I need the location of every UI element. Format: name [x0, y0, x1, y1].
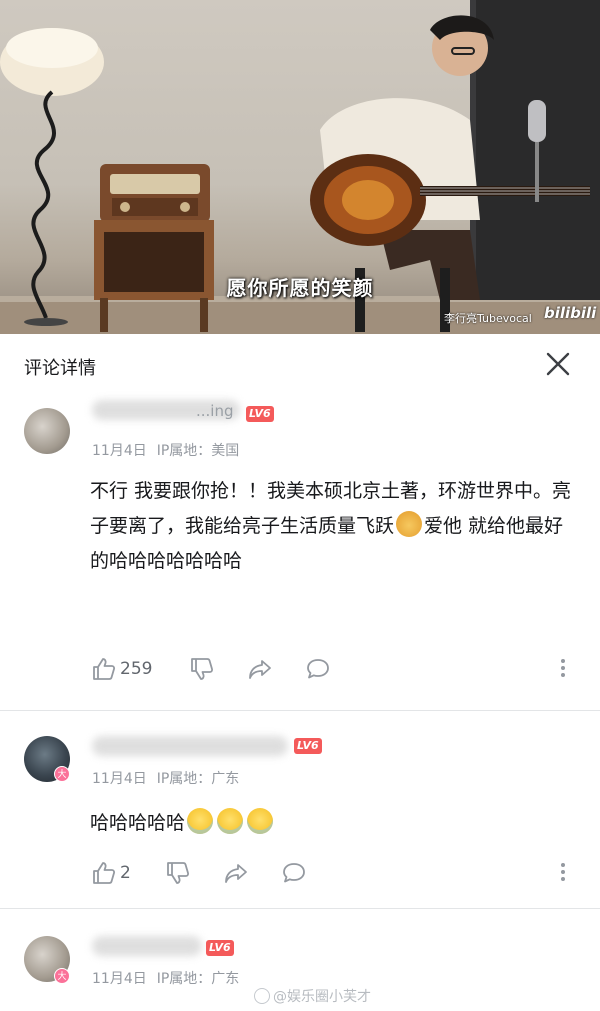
close-icon — [546, 352, 570, 376]
comment-actions: 2 — [90, 858, 580, 888]
watermark-text: @娱乐圈小芙才 — [273, 989, 371, 1005]
laugh-cry-emoji — [187, 808, 214, 834]
username-blurred — [92, 936, 202, 956]
level-badge: LV6 — [206, 940, 234, 956]
comment-item: ...ing LV6 11月4日 IP属地：美国 不行 我要跟你抢！！我美本硕北京… — [0, 392, 600, 712]
comment-date: 11月4日 — [92, 443, 147, 459]
dislike-button[interactable] — [188, 654, 216, 684]
like-count: 259 — [120, 659, 153, 679]
page-title: 评论详情 — [24, 358, 96, 379]
more-options-button[interactable] — [558, 656, 568, 682]
laugh-cry-emoji — [217, 808, 244, 834]
vip-badge: 大 — [54, 766, 70, 782]
thumbs-up-icon — [93, 658, 116, 680]
avatar[interactable] — [24, 408, 70, 454]
comment-date: 11月4日 — [92, 771, 147, 787]
dislike-button[interactable] — [164, 858, 192, 888]
weibo-icon — [254, 988, 270, 1004]
reply-button[interactable] — [304, 654, 332, 684]
comment-ip: IP属地：广东 — [156, 971, 240, 987]
comment-meta: 11月4日 IP属地：广东 — [92, 968, 249, 988]
more-options-button[interactable] — [558, 860, 568, 886]
level-badge: LV6 — [246, 406, 274, 422]
comment-bubble-icon — [283, 863, 305, 883]
share-button[interactable] — [246, 654, 274, 684]
share-icon — [249, 660, 271, 679]
divider — [0, 710, 600, 711]
username-blurred — [92, 736, 288, 756]
share-button[interactable] — [222, 858, 250, 888]
comment-actions: 259 — [90, 654, 580, 684]
comment-meta: 11月4日 IP属地：美国 — [92, 440, 249, 460]
like-button[interactable]: 2 — [90, 858, 131, 888]
reply-button[interactable] — [280, 858, 308, 888]
comment-ip: IP属地：美国 — [156, 443, 240, 459]
comment-text-part: 哈哈哈哈哈 — [90, 812, 186, 834]
like-count: 2 — [120, 863, 131, 883]
username[interactable]: ...ing — [196, 402, 234, 420]
laugh-cry-emoji — [247, 808, 274, 834]
divider — [0, 908, 600, 909]
share-icon — [225, 864, 247, 883]
thumbs-down-icon — [191, 658, 214, 680]
comment-ip: IP属地：广东 — [156, 771, 240, 787]
comment-bubble-icon — [307, 659, 329, 679]
thumbs-down-icon — [167, 862, 190, 884]
comment-text: 哈哈哈哈哈 — [90, 806, 582, 841]
like-button[interactable]: 259 — [90, 654, 152, 684]
comment-item: 大 LV6 11月4日 IP属地：广东 哈哈哈哈哈 2 — [0, 718, 600, 908]
comment-detail-header: 评论详情 — [0, 334, 600, 392]
video-credit: 李行亮Tubevocal — [444, 312, 532, 325]
video-subtitle: 愿你所愿的笑颜 — [226, 276, 374, 300]
video-player[interactable]: 愿你所愿的笑颜 李行亮Tubevocal bilibili — [0, 0, 600, 334]
weibo-watermark: @娱乐圈小芙才 — [254, 986, 371, 1006]
level-badge: LV6 — [294, 738, 322, 754]
comment-text: 不行 我要跟你抢！！我美本硕北京土著，环游世界中。亮子要离了，我能给亮子生活质量… — [90, 474, 582, 579]
thumbs-up-icon — [93, 862, 116, 884]
vip-badge: 大 — [54, 968, 70, 984]
comment-meta: 11月4日 IP属地：广东 — [92, 768, 249, 788]
bilibili-logo: bilibili — [544, 304, 597, 322]
doge-emoji — [396, 511, 423, 537]
comment-date: 11月4日 — [92, 971, 147, 987]
close-button[interactable] — [540, 346, 576, 382]
